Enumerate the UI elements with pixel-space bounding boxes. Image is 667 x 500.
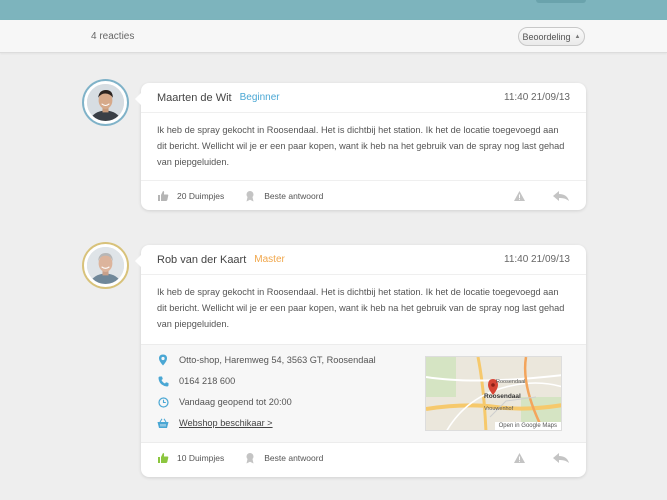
author-name[interactable]: Rob van der Kaart [157,254,246,266]
warning-icon[interactable] [513,190,526,202]
best-answer-button[interactable]: Beste antwoord [244,452,323,464]
ribbon-icon [244,190,256,202]
ribbon-icon [244,452,256,464]
location-pin-icon [157,354,169,366]
map-label: Vrouwenhof [484,406,514,412]
phone-row: 0164 218 600 [157,375,235,387]
sort-dropdown-label: Beoordeling [522,31,571,42]
clock-icon [157,396,169,408]
avatar[interactable] [84,244,127,287]
opening-hours: Vandaag geopend tot 20:00 [179,397,292,407]
thumbs-up-icon [157,190,169,202]
comment-footer: 20 Duimpjes Beste antwoord [141,180,586,210]
like-button[interactable]: 20 Duimpjes [157,190,224,202]
author-name[interactable]: Maarten de Wit [157,92,232,104]
reply-icon[interactable] [552,190,570,202]
comment-card: Rob van der Kaart Master 11:40 21/09/13 … [135,245,586,477]
reply-icon[interactable] [552,452,570,464]
map-label: Roosendaal [496,379,526,385]
avatar[interactable] [84,81,127,124]
hours-row: Vandaag geopend tot 20:00 [157,396,292,408]
comment-card: Maarten de Wit Beginner 11:40 21/09/13 I… [135,83,586,210]
sort-dropdown[interactable]: Beoordeling ▲ [518,27,585,46]
comment-timestamp: 11:40 21/09/13 [504,92,570,103]
author-rank: Beginner [239,92,280,103]
address-row: Otto-shop, Haremweg 54, 3563 GT, Roosend… [157,354,376,366]
comment-header: Maarten de Wit Beginner 11:40 21/09/13 [141,83,586,113]
open-in-google-maps-link[interactable]: Open in Google Maps [494,422,561,430]
map-label: Roosendaal [484,393,521,400]
top-tab[interactable] [536,0,586,3]
comment-text: Ik heb de spray gekocht in Roosendaal. H… [157,287,565,329]
like-count: 10 Duimpjes [177,453,225,463]
basket-icon [157,417,169,429]
best-answer-button[interactable]: Beste antwoord [244,190,323,202]
best-answer-label: Beste antwoord [264,453,324,463]
location-map[interactable]: Roosendaal Vrouwenhof Roosendaal Open in… [425,356,562,431]
webshop-row: Webshop beschikaar > [157,417,273,429]
phone-icon [157,375,169,387]
phone-number[interactable]: 0164 218 600 [179,376,235,386]
comment-header: Rob van der Kaart Master 11:40 21/09/13 [141,245,586,275]
author-rank: Master [254,254,285,265]
caret-up-icon: ▲ [574,33,581,40]
thumbs-up-icon [157,452,169,464]
comment-footer: 10 Duimpjes Beste antwoord [141,443,586,473]
warning-icon[interactable] [513,452,526,464]
comment-text: Ik heb de spray gekocht in Roosendaal. H… [157,125,565,167]
top-navigation-bar [0,0,667,20]
best-answer-label: Beste antwoord [264,190,324,201]
comment-timestamp: 11:40 21/09/13 [504,254,570,265]
address-text: Otto-shop, Haremweg 54, 3563 GT, Roosend… [179,355,376,365]
webshop-link[interactable]: Webshop beschikaar > [179,418,273,428]
like-count: 20 Duimpjes [177,190,225,201]
reactions-count: 4 reacties [91,31,135,42]
like-button[interactable]: 10 Duimpjes [157,452,224,464]
location-panel: Otto-shop, Haremweg 54, 3563 GT, Roosend… [141,344,586,443]
